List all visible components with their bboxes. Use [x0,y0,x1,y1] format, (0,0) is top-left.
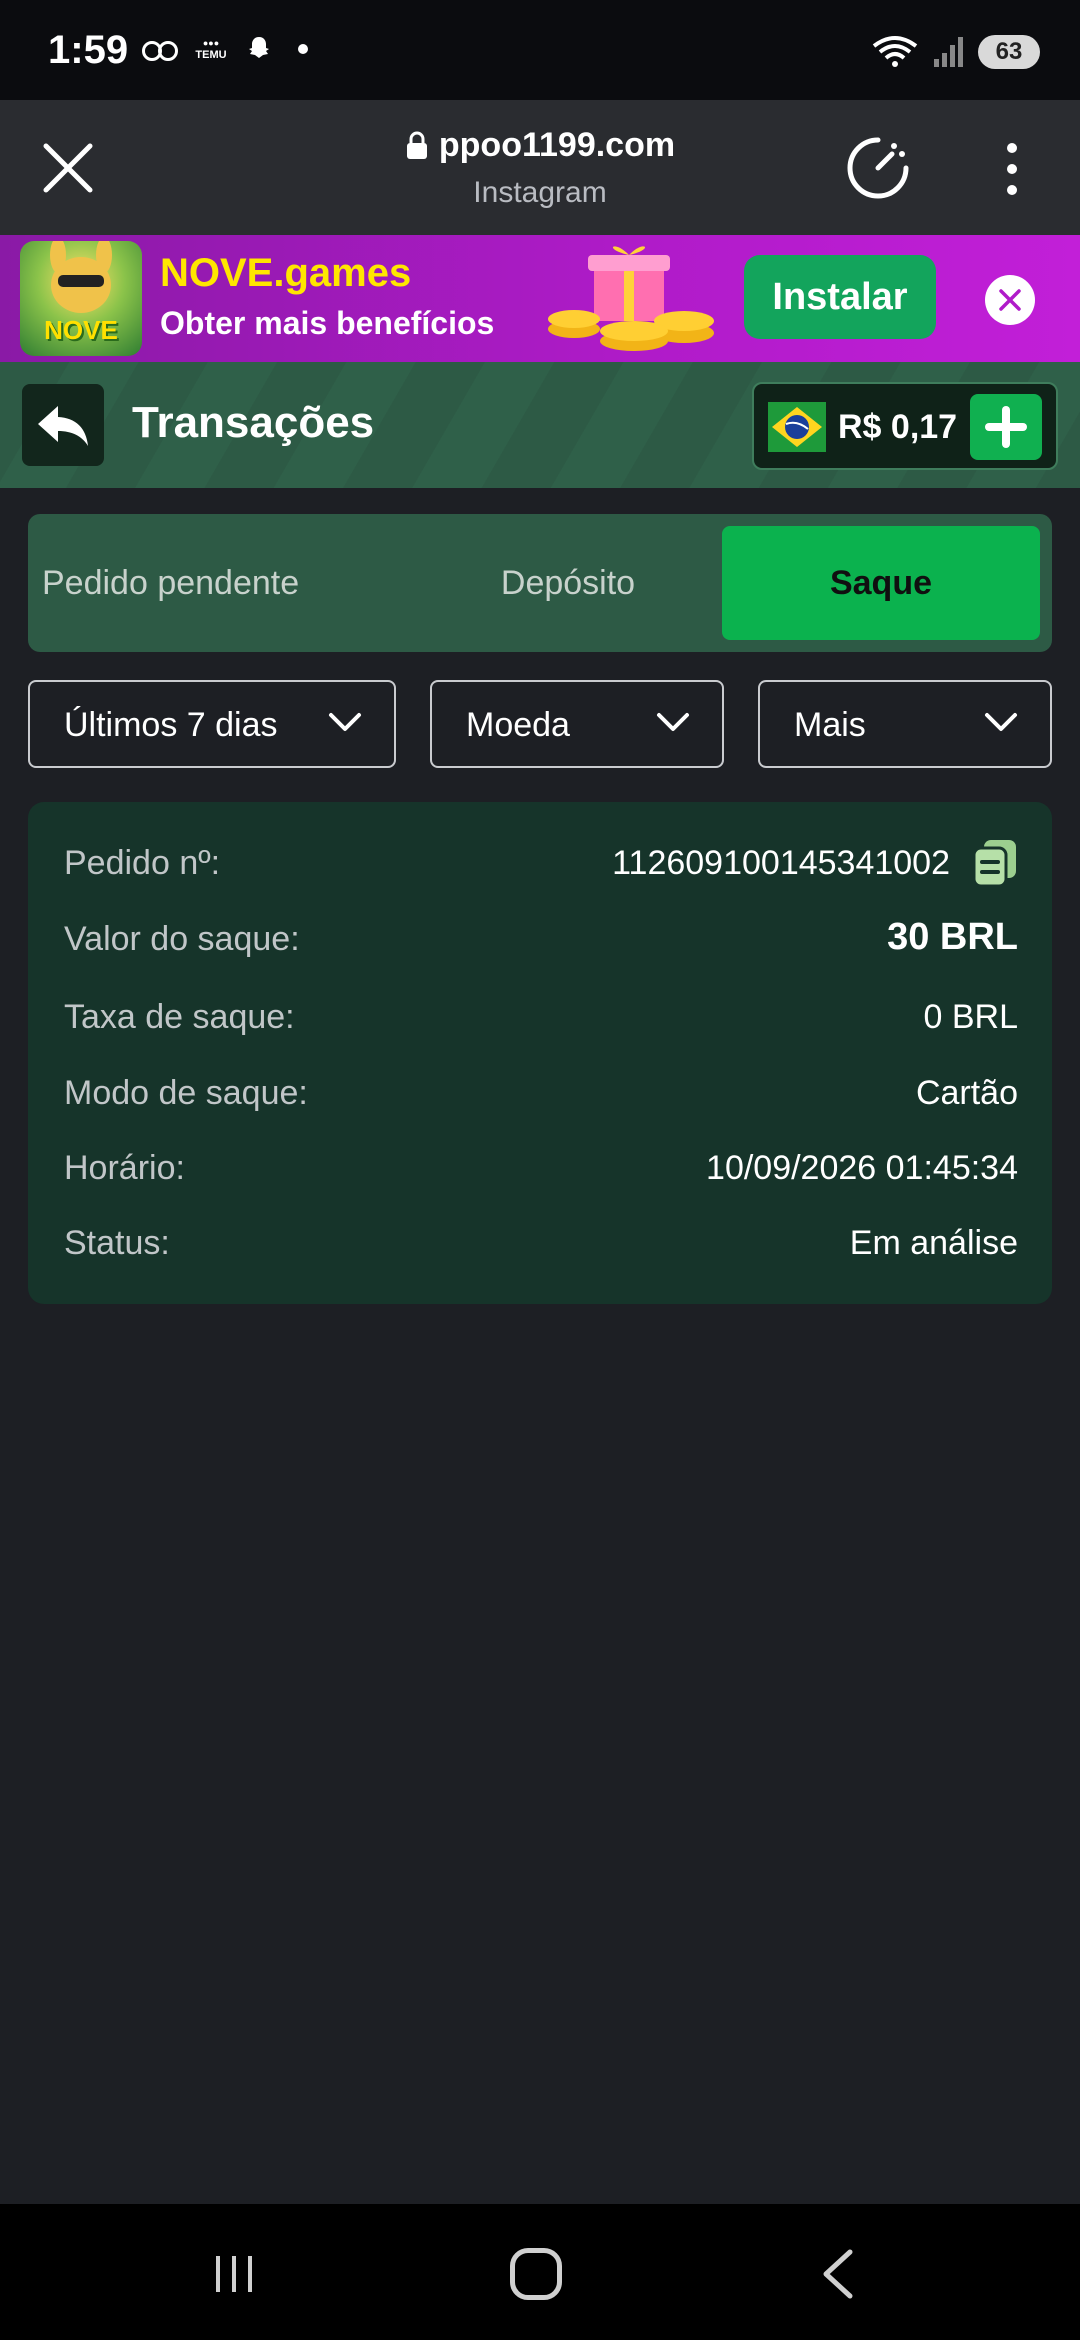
gift-icon [548,246,714,351]
amount-value: 30 BRL [887,916,1018,958]
tab-withdraw[interactable]: Saque [722,526,1040,640]
copy-icon[interactable] [972,838,1018,888]
chevron-down-icon [329,713,361,731]
promo-app-name: NOVE.games [160,251,412,295]
brazil-flag-icon [768,402,826,452]
balance-value: R$ 0,17 [838,408,958,446]
status-row: Status: Em análise [64,1218,1018,1268]
balance-widget: R$ 0,17 [752,382,1058,470]
system-nav-bar [0,2204,1080,2340]
tab-pending-order[interactable]: Pedido pendente [42,526,372,640]
order-row: Pedido nº: 112609100145341002 [64,838,1018,888]
speedometer-icon[interactable] [844,134,912,202]
fee-value: 0 BRL [923,998,1019,1036]
notification-dot [298,44,308,54]
notification-icons: ●●● TEMU [142,34,308,64]
currency-filter-dropdown[interactable]: Moeda [430,680,724,768]
home-icon[interactable] [510,2248,562,2300]
status-bar: 1:59 ●●● TEMU 63 [0,0,1080,100]
lock-icon [406,131,427,159]
currency-filter-label: Moeda [466,706,570,744]
mode-label: Modo de saque: [64,1074,308,1112]
mode-value: Cartão [915,1074,1018,1112]
mode-row: Modo de saque: Cartão [64,1068,1018,1118]
page-header: Transações R$ 0,17 [0,362,1080,488]
tab-deposit[interactable]: Depósito [373,526,763,640]
address-area[interactable]: ppoo1199.com Instagram [0,126,1080,210]
page-url: ppoo1199.com [438,126,676,164]
snapchat-icon [249,37,269,58]
browser-source: Instagram [473,175,607,209]
install-button[interactable]: Instalar [744,255,936,339]
chevron-down-icon [985,713,1017,731]
back-arrow-icon [38,406,88,446]
amount-row: Valor do saque: 30 BRL [64,914,1018,964]
plus-icon [985,406,1027,448]
time-label: Horário: [64,1149,185,1187]
fee-label: Taxa de saque: [64,998,295,1036]
recent-apps-icon[interactable] [212,2252,256,2296]
promo-subtitle: Obter mais benefícios [160,305,495,341]
status-time: 1:59 [48,28,129,72]
order-value: 112609100145341002 [612,844,950,882]
battery-indicator: 63 [978,35,1040,69]
install-banner: NOVE NOVE.games Obter mais benefícios In… [0,235,1080,362]
period-filter-dropdown[interactable]: Últimos 7 dias [28,680,396,768]
chevron-down-icon [657,713,689,731]
transaction-tabs: Pedido pendente Depósito Saque [28,514,1052,652]
more-filter-label: Mais [794,706,866,744]
page-title: Transações [132,398,375,447]
status-label: Status: [64,1224,170,1262]
temu-label: TEMU [195,49,227,61]
mascot-icon [50,241,112,313]
banner-close-icon[interactable] [985,275,1035,325]
order-label: Pedido nº: [64,844,221,882]
back-button[interactable] [22,384,104,466]
more-vert-icon[interactable] [1000,142,1024,196]
app-logo: NOVE [20,241,142,356]
transaction-card: Pedido nº: 112609100145341002 Valor do s… [28,802,1052,1304]
logo-text: NOVE [44,315,118,345]
time-value: 10/09/2026 01:45:34 [706,1149,1018,1187]
signal-icon [934,37,963,67]
temu-icon: ●●● TEMU [195,38,227,61]
system-icons: 63 [870,34,1040,70]
browser-toolbar: ppoo1199.com Instagram [0,100,1080,235]
deposit-add-button[interactable] [970,394,1042,460]
more-filter-dropdown[interactable]: Mais [758,680,1052,768]
voicemail-icon [142,39,178,61]
fee-row: Taxa de saque: 0 BRL [64,992,1018,1042]
status-value: Em análise [849,1224,1018,1262]
amount-label: Valor do saque: [64,920,300,958]
nav-back-icon[interactable] [820,2248,856,2300]
wifi-icon [872,36,918,67]
period-filter-label: Últimos 7 dias [64,706,278,744]
time-row: Horário: 10/09/2026 01:45:34 [64,1143,1018,1193]
